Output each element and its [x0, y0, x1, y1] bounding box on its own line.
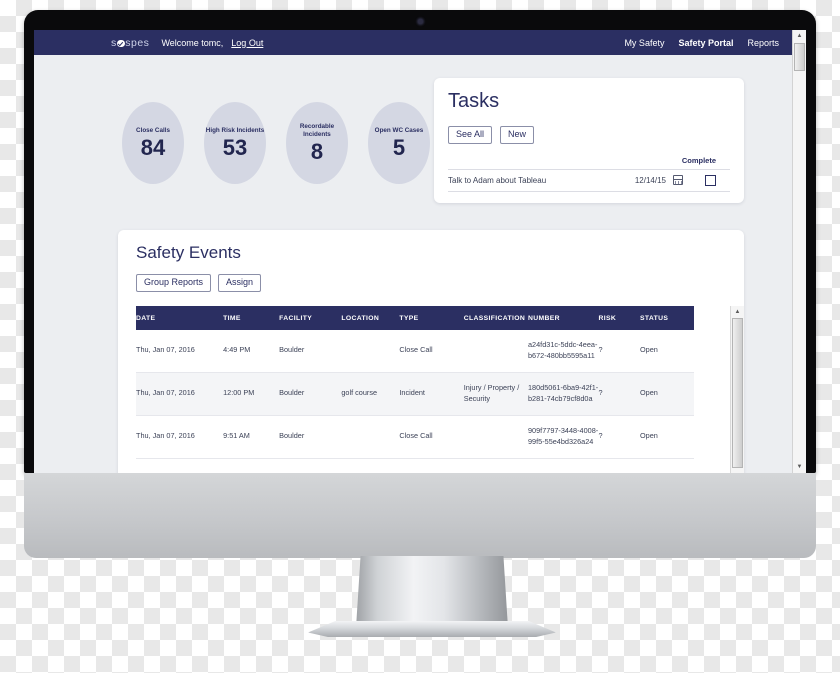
column-header-classification[interactable]: CLASSIFICATION — [463, 306, 528, 330]
cell-classification — [463, 415, 528, 459]
tasks-divider — [448, 191, 730, 192]
cell-number: 909f7797-3448-4008-99f5-55e4bd326a24 — [528, 415, 599, 459]
column-header-risk[interactable]: RISK — [598, 306, 640, 330]
safety-events-panel: Safety Events Group Reports Assign DATE … — [118, 230, 744, 473]
task-name: Talk to Adam about Tableau — [448, 175, 547, 185]
logout-link[interactable]: Log Out — [231, 38, 263, 48]
cell-time: 12:00 PM — [223, 372, 280, 416]
top-navigation-bar: s spes Welcome tomc, Log Out My Safety Sa… — [34, 30, 793, 55]
nav-link-my-safety[interactable]: My Safety — [624, 38, 664, 48]
task-due-date: 12/14/15 — [634, 175, 666, 185]
page-scrollbar-thumb[interactable] — [794, 43, 805, 71]
column-header-status[interactable]: STATUS — [640, 306, 694, 330]
table-row[interactable]: Thu, Jan 07, 2016 4:49 PM Boulder Close … — [136, 330, 694, 373]
cell-status: Open — [640, 372, 694, 416]
kpi-value: 84 — [140, 134, 166, 160]
sospes-logo[interactable]: s spes — [111, 37, 149, 49]
task-complete-checkbox[interactable] — [705, 174, 716, 186]
primary-nav-links: My Safety Safety Portal Reports — [624, 38, 779, 48]
cell-time: 4:49 PM — [223, 330, 280, 373]
table-scrollbar-thumb[interactable] — [732, 318, 743, 468]
column-header-number[interactable]: NUMBER — [528, 306, 599, 330]
scroll-up-icon[interactable]: ▲ — [793, 30, 806, 42]
tasks-title: Tasks — [448, 90, 500, 112]
cell-facility: Boulder — [279, 330, 342, 373]
kpi-recordable-incidents[interactable]: Recordable Incidents 8 — [286, 102, 348, 184]
cell-time: 9:51 AM — [223, 415, 280, 459]
welcome-message: Welcome tomc, — [161, 37, 224, 48]
kpi-label: Close Calls — [136, 127, 170, 135]
kpi-value: 5 — [392, 134, 406, 160]
cell-date: Thu, Jan 07, 2016 — [136, 330, 224, 373]
monitor-frame: s spes Welcome tomc, Log Out My Safety Sa… — [24, 10, 816, 473]
safety-events-table: DATE TIME FACILITY LOCATION TYPE CLASSIF… — [136, 306, 694, 459]
cell-type: Close Call — [399, 330, 464, 373]
cell-risk: ? — [598, 372, 640, 416]
column-header-time[interactable]: TIME — [223, 306, 280, 330]
calendar-icon[interactable] — [673, 175, 683, 185]
table-header-row: DATE TIME FACILITY LOCATION TYPE CLASSIF… — [136, 306, 694, 330]
cell-facility: Boulder — [279, 415, 342, 459]
monitor-stand-neck — [356, 556, 508, 628]
check-circle-icon — [117, 39, 125, 48]
column-header-location[interactable]: LOCATION — [341, 306, 400, 330]
table-body: Thu, Jan 07, 2016 4:49 PM Boulder Close … — [136, 330, 694, 459]
cell-location — [341, 415, 400, 459]
cell-classification: Injury / Property / Security — [463, 372, 528, 416]
tasks-complete-header: Complete — [681, 156, 716, 165]
kpi-label: Recordable Incidents — [299, 123, 335, 138]
tasks-actions: See All New — [448, 126, 535, 144]
cell-type: Close Call — [399, 415, 464, 459]
cell-status: Open — [640, 330, 694, 373]
browser-viewport: s spes Welcome tomc, Log Out My Safety Sa… — [34, 30, 806, 473]
table-header: DATE TIME FACILITY LOCATION TYPE CLASSIF… — [136, 306, 694, 330]
kpi-label: Open WC Cases — [374, 127, 424, 135]
cell-number: a24fd31c-5ddc-4eea-b672-480bb5595a11 — [528, 330, 599, 373]
cell-number: 180d5061-6ba9-42f1-b281-74cb79cf8d0a — [528, 372, 599, 416]
tasks-panel: Tasks See All New Complete Talk to Adam … — [434, 78, 744, 203]
cell-classification — [463, 330, 528, 373]
assign-button[interactable]: Assign — [218, 274, 262, 292]
cell-risk: ? — [598, 330, 640, 373]
cell-date: Thu, Jan 07, 2016 — [136, 372, 224, 416]
kpi-high-risk-incidents[interactable]: High Risk Incidents 53 — [204, 102, 266, 184]
logo-text-post: spes — [125, 36, 150, 49]
column-header-date[interactable]: DATE — [136, 306, 224, 330]
kpi-open-wc-cases[interactable]: Open WC Cases 5 — [368, 102, 430, 184]
cell-facility: Boulder — [279, 372, 342, 416]
kpi-value: 53 — [222, 134, 248, 160]
cell-date: Thu, Jan 07, 2016 — [136, 415, 224, 459]
see-all-button[interactable]: See All — [448, 126, 493, 144]
cell-status: Open — [640, 415, 694, 459]
safety-events-table-container: DATE TIME FACILITY LOCATION TYPE CLASSIF… — [136, 306, 730, 473]
table-row[interactable]: Thu, Jan 07, 2016 12:00 PM Boulder golf … — [136, 372, 694, 416]
nav-link-reports[interactable]: Reports — [747, 38, 779, 48]
safety-events-actions: Group Reports Assign — [136, 274, 262, 292]
cell-type: Incident — [399, 372, 464, 416]
cell-risk: ? — [598, 415, 640, 459]
kpi-label: High Risk Incidents — [205, 127, 265, 135]
monitor-chin — [24, 473, 816, 558]
new-task-button[interactable]: New — [500, 126, 535, 144]
logo-text-pre: s — [111, 36, 117, 49]
column-header-type[interactable]: TYPE — [399, 306, 464, 330]
monitor-stand-base — [308, 621, 556, 637]
scroll-down-icon[interactable]: ▼ — [793, 461, 806, 473]
nav-link-safety-portal[interactable]: Safety Portal — [678, 38, 733, 48]
cell-location — [341, 330, 400, 373]
table-row[interactable]: Thu, Jan 07, 2016 9:51 AM Boulder Close … — [136, 415, 694, 459]
column-header-facility[interactable]: FACILITY — [279, 306, 342, 330]
webcam-icon — [418, 19, 423, 24]
kpi-value: 8 — [310, 138, 324, 164]
group-reports-button[interactable]: Group Reports — [136, 274, 212, 292]
kpi-summary-row: Close Calls 84 High Risk Incidents 53 Re… — [122, 102, 430, 184]
kpi-close-calls[interactable]: Close Calls 84 — [122, 102, 184, 184]
table-scrollbar[interactable]: ▲ ▼ — [730, 306, 744, 473]
monitor-screen: s spes Welcome tomc, Log Out My Safety Sa… — [34, 30, 806, 473]
task-row[interactable]: Talk to Adam about Tableau 12/14/15 — [448, 170, 730, 190]
safety-events-title: Safety Events — [136, 243, 241, 262]
page-scrollbar[interactable]: ▲ ▼ — [792, 30, 806, 473]
table-scroll-up-icon[interactable]: ▲ — [731, 306, 744, 318]
cell-location: golf course — [341, 372, 400, 416]
